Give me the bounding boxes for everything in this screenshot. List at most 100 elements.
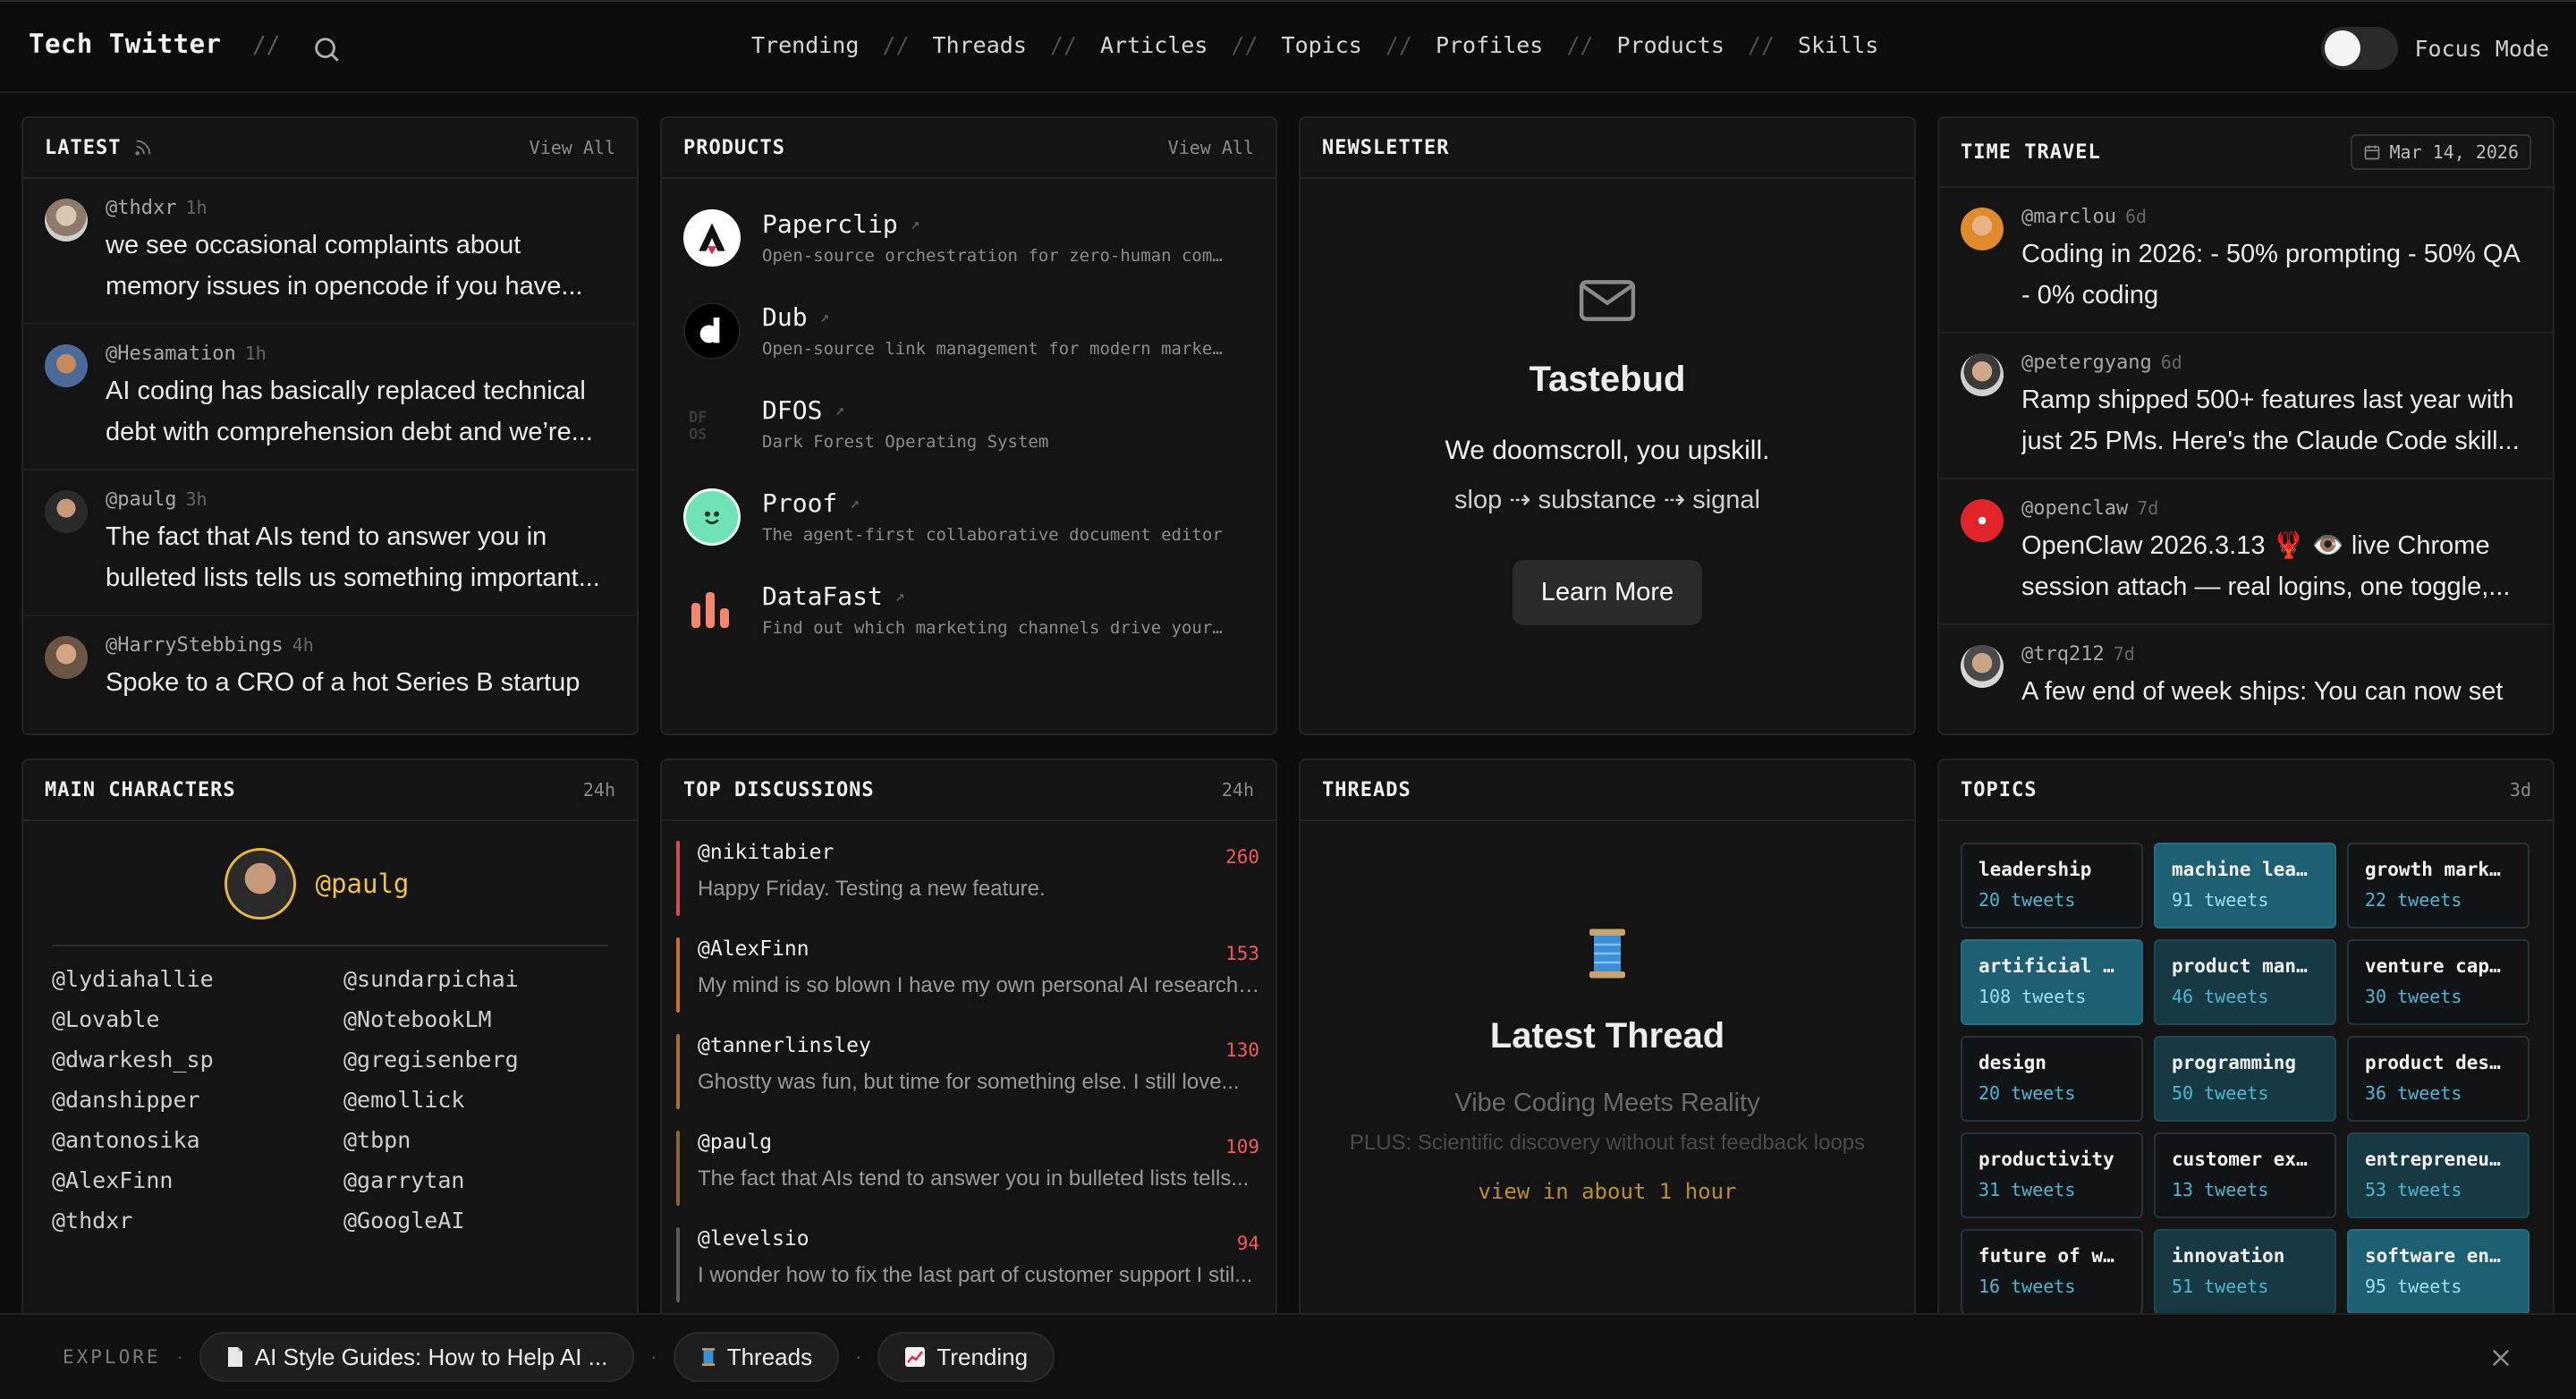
tweet-item[interactable]: @paulg 3h The fact that AIs tend to answe… bbox=[23, 471, 637, 616]
external-link-icon: ↗ bbox=[910, 215, 920, 233]
character-handle[interactable]: @thdxr bbox=[52, 1208, 343, 1234]
product-name[interactable]: Dub bbox=[762, 302, 808, 332]
product-name[interactable]: DFOS bbox=[762, 395, 822, 425]
discussion-item[interactable]: @tannerlinsley 130 Ghostty was fun, but … bbox=[676, 1034, 1259, 1111]
featured-character[interactable]: @paulg bbox=[23, 848, 637, 920]
product-desc: Open-source orchestration for zero-human… bbox=[762, 246, 1223, 266]
character-handle[interactable]: @antonosika bbox=[52, 1127, 343, 1153]
tweet-item[interactable]: @thdxr 1h we see occasional complaints ab… bbox=[23, 179, 637, 325]
thread-cta[interactable]: view in about 1 hour bbox=[1479, 1179, 1737, 1204]
topic-tile[interactable]: design 20 tweets bbox=[1961, 1036, 2143, 1122]
tweet-item[interactable]: @HarryStebbings 4h Spoke to a CRO of a ho… bbox=[23, 616, 637, 719]
discussion-item[interactable]: @AlexFinn 153 My mind is so blown I have… bbox=[676, 937, 1261, 1014]
product-name[interactable]: DataFast bbox=[762, 581, 883, 611]
character-handle[interactable]: @garrytan bbox=[343, 1167, 612, 1193]
topic-tile[interactable]: product design 36 tweets bbox=[2347, 1036, 2529, 1122]
nav-link-articles[interactable]: Articles bbox=[1100, 32, 1208, 58]
learn-more-button[interactable]: Learn More bbox=[1512, 560, 1703, 625]
character-handle[interactable]: @emollick bbox=[343, 1087, 612, 1113]
topic-count: 51 tweets bbox=[2172, 1276, 2269, 1297]
topic-tile[interactable]: artificial in… 108 tweets bbox=[1961, 939, 2143, 1025]
character-handle[interactable]: @danshipper bbox=[52, 1087, 343, 1113]
tweet-handle[interactable]: @HarryStebbings bbox=[106, 634, 284, 657]
topic-tile[interactable]: growth market… 22 tweets bbox=[2347, 843, 2529, 928]
product-name[interactable]: Paperclip bbox=[762, 209, 898, 239]
products-panel: PRODUCTS View All Paperclip ↗ Open-source… bbox=[660, 116, 1277, 735]
topic-tile[interactable]: innovation 51 tweets bbox=[2154, 1229, 2336, 1315]
tweet-item[interactable]: @openclaw 7d OpenClaw 2026.3.13 🦞 👁️ live… bbox=[1939, 479, 2553, 625]
thread-plus: PLUS: Scientific discovery without fast … bbox=[1349, 1131, 1866, 1155]
tweet-item[interactable]: @trq212 7d A few end of week ships: You c… bbox=[1939, 625, 2553, 728]
nav-link-threads[interactable]: Threads bbox=[933, 32, 1027, 58]
topic-tile[interactable]: product manag… 46 tweets bbox=[2154, 939, 2336, 1025]
external-link-icon: ↗ bbox=[850, 494, 860, 513]
discussion-list: @nikitabier 260 Happy Friday. Testing a … bbox=[662, 841, 1275, 1304]
topic-tile[interactable]: leadership 20 tweets bbox=[1961, 843, 2143, 928]
character-handle[interactable]: @NotebookLM bbox=[343, 1006, 612, 1032]
character-handle[interactable]: @AlexFinn bbox=[52, 1167, 343, 1193]
character-handle[interactable]: @sundarpichai bbox=[343, 966, 612, 992]
time-range: 24h bbox=[582, 779, 615, 801]
product-item[interactable]: Paperclip ↗ Open-source orchestration for… bbox=[662, 190, 1275, 283]
topic-tile[interactable]: productivity 31 tweets bbox=[1961, 1132, 2143, 1218]
focus-mode-toggle[interactable] bbox=[2321, 27, 2399, 70]
discussion-text: Happy Friday. Testing a new feature. bbox=[698, 877, 1046, 901]
product-name[interactable]: Proof bbox=[762, 488, 837, 518]
products-view-all[interactable]: View All bbox=[1168, 137, 1254, 158]
discussion-item[interactable]: @levelsio 94 I wonder how to fix the las… bbox=[676, 1227, 1259, 1304]
nav-link-skills[interactable]: Skills bbox=[1798, 32, 1878, 58]
tweet-handle[interactable]: @petergyang bbox=[2021, 352, 2152, 374]
tweet-handle[interactable]: @thdxr bbox=[106, 197, 176, 219]
tweet-item[interactable]: @petergyang 6d Ramp shipped 500+ features… bbox=[1939, 334, 2553, 479]
product-item[interactable]: Proof ↗ The agent-first collaborative doc… bbox=[662, 469, 1275, 562]
discussion-item[interactable]: @paulg 109 The fact that AIs tend to ans… bbox=[676, 1131, 1259, 1208]
latest-panel: LATEST View All @thdxr 1h we see occasion… bbox=[21, 116, 639, 735]
character-handle[interactable]: @dwarkesh_sp bbox=[52, 1047, 343, 1073]
topic-tile[interactable]: customer expe… 13 tweets bbox=[2154, 1132, 2336, 1218]
tweet-meta: @petergyang 6d bbox=[2021, 352, 2531, 374]
character-handle[interactable]: @GoogleAI bbox=[343, 1208, 612, 1234]
nav-link-profiles[interactable]: Profiles bbox=[1436, 32, 1543, 58]
topic-tile[interactable]: entrepreneurs… 53 tweets bbox=[2347, 1132, 2529, 1218]
topic-tile[interactable]: future of work 16 tweets bbox=[1961, 1229, 2143, 1315]
featured-handle[interactable]: @paulg bbox=[316, 869, 410, 899]
product-item[interactable]: Dub ↗ Open-source link management for mod… bbox=[662, 283, 1275, 376]
topic-tile[interactable]: software engi… 95 tweets bbox=[2347, 1229, 2529, 1315]
explore-chip-article[interactable]: AI Style Guides: How to Help AI ... bbox=[199, 1332, 635, 1382]
latest-view-all[interactable]: View All bbox=[530, 137, 615, 158]
product-item[interactable]: DF OS DFOS ↗ Dark Forest Operating System bbox=[662, 376, 1275, 469]
spool-icon bbox=[701, 1348, 715, 1366]
explore-bar: EXPLORE · AI Style Guides: How to Help A… bbox=[0, 1313, 2576, 1399]
topic-tile[interactable]: machine learn… 91 tweets bbox=[2154, 843, 2336, 928]
search-icon[interactable] bbox=[311, 34, 342, 64]
explore-chip-trending[interactable]: Trending bbox=[877, 1332, 1055, 1382]
close-icon[interactable] bbox=[2488, 1345, 2513, 1370]
brand-title[interactable]: Tech Twitter bbox=[29, 29, 222, 59]
character-handle[interactable]: @Lovable bbox=[52, 1006, 343, 1032]
nav-separator: // bbox=[1566, 32, 1594, 58]
product-item[interactable]: DataFast ↗ Find out which marketing chann… bbox=[662, 562, 1275, 655]
tweet-meta: @trq212 7d bbox=[2021, 643, 2531, 666]
nav-link-trending[interactable]: Trending bbox=[751, 32, 859, 58]
character-handle[interactable]: @lydiahallie bbox=[52, 966, 343, 992]
spool-icon bbox=[1589, 928, 1625, 979]
date-picker[interactable]: Mar 14, 2026 bbox=[2350, 134, 2531, 170]
discussion-item[interactable]: @nikitabier 260 Happy Friday. Testing a … bbox=[676, 841, 1259, 918]
topic-tile[interactable]: programming 50 tweets bbox=[2154, 1036, 2336, 1122]
character-handle[interactable]: @gregisenberg bbox=[343, 1047, 612, 1073]
svg-text:DF: DF bbox=[689, 409, 707, 427]
character-handle[interactable]: @tbpn bbox=[343, 1127, 612, 1153]
tweet-handle[interactable]: @marclou bbox=[2021, 206, 2116, 228]
time-travel-panel: TIME TRAVEL Mar 14, 2026 @marclou 6d Codi… bbox=[1937, 116, 2555, 735]
explore-chip-threads[interactable]: Threads bbox=[673, 1332, 840, 1382]
nav-link-products[interactable]: Products bbox=[1616, 32, 1724, 58]
tweet-handle[interactable]: @Hesamation bbox=[106, 343, 236, 365]
tweet-item[interactable]: @Hesamation 1h AI coding has basically re… bbox=[23, 325, 637, 471]
nav-link-topics[interactable]: Topics bbox=[1282, 32, 1362, 58]
tweet-handle[interactable]: @trq212 bbox=[2021, 643, 2105, 666]
topic-tile[interactable]: venture capit… 30 tweets bbox=[2347, 939, 2529, 1025]
paperclip-logo-icon bbox=[683, 209, 741, 267]
tweet-handle[interactable]: @paulg bbox=[106, 488, 176, 511]
tweet-item[interactable]: @marclou 6d Coding in 2026: - 50% prompti… bbox=[1939, 188, 2553, 334]
tweet-handle[interactable]: @openclaw bbox=[2021, 497, 2128, 520]
